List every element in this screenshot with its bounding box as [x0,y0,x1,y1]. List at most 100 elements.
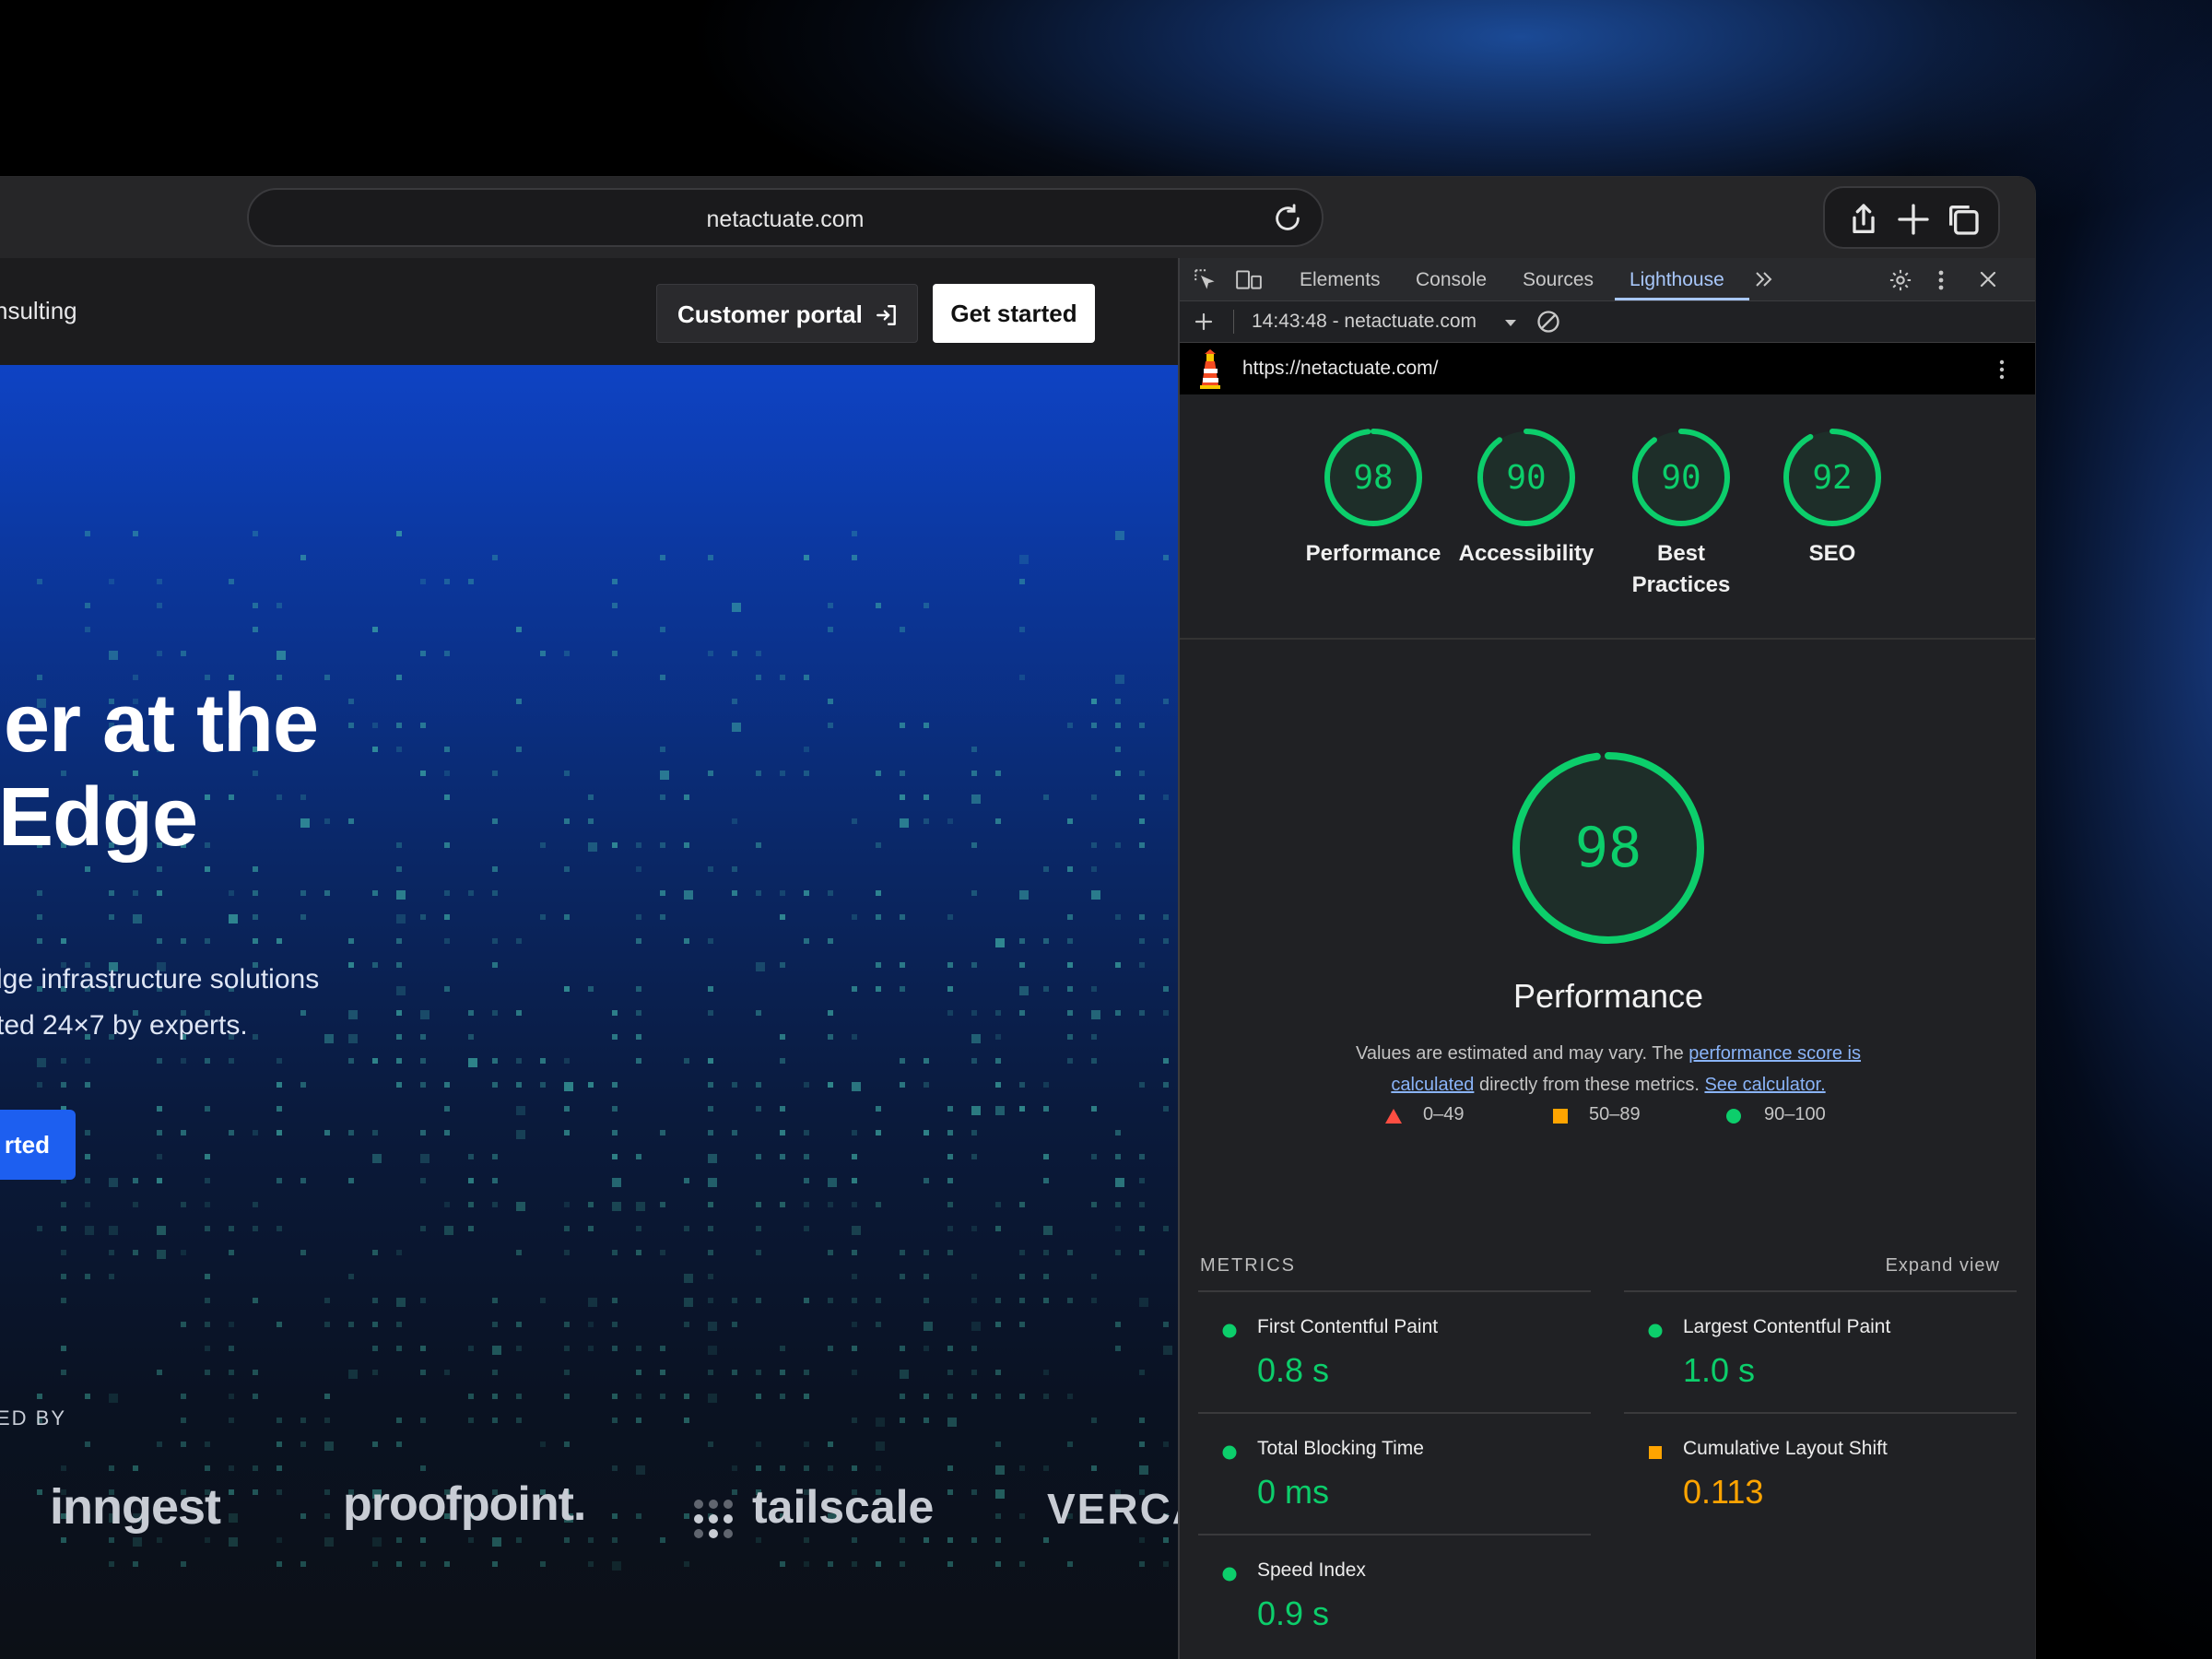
score-ring-accessibility: 90 [1477,429,1575,526]
tailscale-dots-icon [694,1500,733,1538]
hero-dot [564,651,570,656]
hero-dot [636,1034,641,1040]
hero-dot [444,794,450,800]
tab-lighthouse[interactable]: Lighthouse [1630,269,1724,291]
nav-link-consulting[interactable]: nsulting [0,297,77,325]
tab-sources[interactable]: Sources [1523,269,1594,291]
hero-dot [732,723,741,732]
new-tab-icon[interactable] [1895,201,1932,238]
report-dropdown-caret-icon[interactable] [1504,318,1517,327]
hero-dot [924,1394,929,1399]
hero-dot [468,1537,474,1543]
score-label-performance: Performance [1305,541,1441,566]
hero-dot [732,1489,737,1495]
hero-dot [1163,914,1169,920]
hero-dot [492,1418,498,1423]
hero-dot [324,1418,330,1423]
tab-overview-icon[interactable] [1945,201,1982,238]
hero-dot [133,1537,142,1547]
hero-dot [300,914,306,920]
metric-name: Cumulative Layout Shift [1683,1438,1888,1459]
hero-dot [780,1346,785,1351]
address-bar-url[interactable]: netactuate.com [249,206,1322,233]
hero-dot [61,1226,66,1231]
score-gauge-performance[interactable]: 98 Performance [1290,426,1456,570]
hero-dot [85,1394,90,1399]
hero-dot [324,1130,330,1135]
close-devtools-icon[interactable] [1978,269,1998,289]
hero-dot [181,1418,186,1423]
hero-dot [924,1346,929,1351]
score-gauge-accessibility[interactable]: 90 Accessibility [1443,426,1609,570]
hero-dot [85,531,90,536]
hero-dot [1043,1250,1049,1255]
hero-dot [1139,771,1145,776]
hero-dot [109,1394,118,1403]
hero-dot [133,1250,138,1255]
see-calculator-link[interactable]: See calculator. [1704,1075,1825,1095]
more-tabs-chevron-icon[interactable] [1753,269,1775,289]
hero-dot [876,986,881,992]
hero-dot [37,1058,46,1067]
inspect-element-icon[interactable] [1193,267,1217,291]
hero-dot [420,651,426,656]
report-menu-kebab-icon[interactable] [1996,358,2007,382]
hero-dot [324,1298,330,1303]
hero-dot [995,1513,1001,1519]
tab-elements[interactable]: Elements [1300,269,1381,291]
hero-dot [540,1561,546,1567]
metric-name: Largest Contentful Paint [1683,1316,1891,1337]
hero-dot [900,1537,905,1543]
hero-dot [157,1130,162,1135]
get-started-button[interactable]: Get started [933,284,1095,343]
hero-dot [468,1394,474,1399]
hero-dot [468,1154,474,1159]
address-bar[interactable]: netactuate.com [247,188,1324,247]
tab-console[interactable]: Console [1416,269,1487,291]
hero-dot [708,938,713,944]
hero-dot [276,1418,282,1423]
hero-dot [804,747,809,752]
hero-dot [205,1346,210,1351]
customer-portal-button[interactable]: Customer portal [656,284,918,343]
reload-icon[interactable] [1272,203,1303,234]
hero-dot [85,1226,94,1235]
hero-dot [516,699,522,704]
share-icon[interactable] [1845,201,1882,238]
report-selector[interactable]: 14:43:48 - netactuate.com [1252,311,1477,333]
hero-dot [804,1561,809,1567]
new-report-plus-icon[interactable] [1193,311,1215,333]
hero-dot [612,1154,618,1159]
hero-dot [348,1370,358,1379]
hero-get-started-button[interactable]: rted [0,1110,76,1180]
hero-dot [205,1274,210,1279]
hero-dot [756,675,761,680]
hero-dot [61,1058,66,1064]
hero-dot [324,1489,330,1495]
website-viewport: nsulting Customer portal Get started ner… [0,258,1178,1659]
expand-view-toggle[interactable]: Expand view [1886,1255,2000,1277]
metric-item: Speed Index 0.9 s [1198,1534,1591,1657]
report-url[interactable]: https://netactuate.com/ [1242,358,1438,380]
hero-dot [540,1441,546,1447]
metric-value: 0.9 s [1257,1594,1330,1632]
hero-dot [1115,747,1121,752]
score-gauge-seo[interactable]: 92 SEO [1749,426,1915,570]
more-options-kebab-icon[interactable] [1934,267,1948,293]
device-toolbar-icon[interactable] [1235,267,1263,291]
hero-dot [492,1298,498,1303]
hero-dot [924,723,929,728]
score-gauge-best-practices[interactable]: 90 Best Practices [1598,426,1764,601]
hero-dot [181,938,186,944]
hero-dot [229,579,234,584]
hero-dot [852,1298,857,1303]
browser-action-group [1823,186,2000,249]
hero-dot [420,1346,426,1351]
settings-gear-icon[interactable] [1888,267,1913,293]
hero-dot [756,1394,761,1399]
clear-reports-icon[interactable] [1535,309,1561,335]
hero-dot [300,1178,306,1183]
hero-dot [468,579,474,584]
hero-dot [900,1561,905,1567]
hero-dot [37,1226,42,1231]
